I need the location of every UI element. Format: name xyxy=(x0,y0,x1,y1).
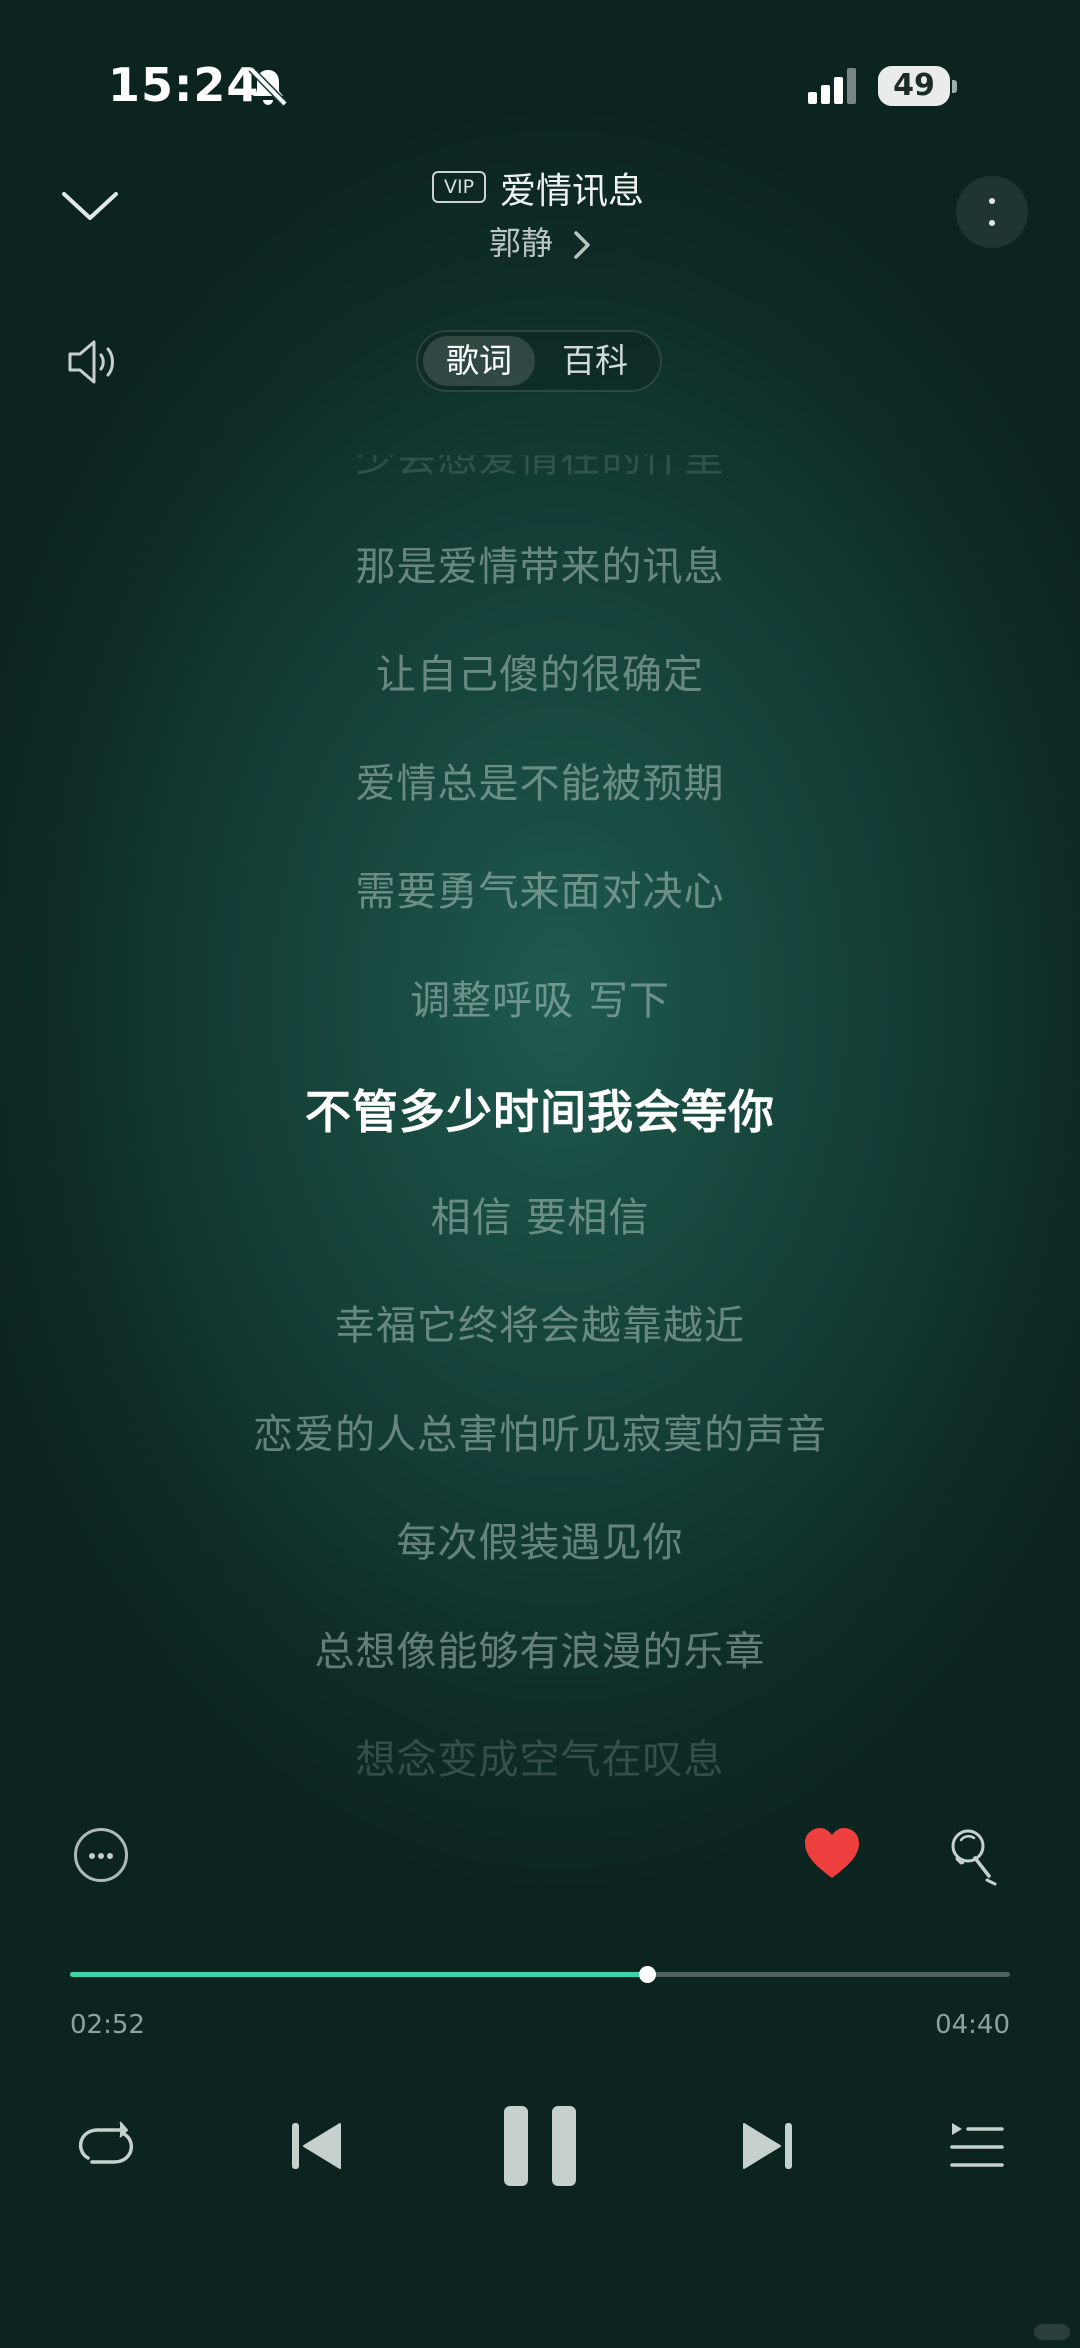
artist-link[interactable]: 郭静 xyxy=(0,218,1080,264)
view-tabs: 歌词 百科 xyxy=(416,330,662,392)
vip-badge: VIP xyxy=(432,171,486,203)
lyric-line[interactable]: 少会想爱情在的什里 xyxy=(0,455,1080,483)
lyric-line[interactable]: 总想像能够有浪漫的乐章 xyxy=(0,1619,1080,1677)
lyrics-view[interactable]: 少会想爱情在的什里那是爱情带来的讯息 让自己傻的很确定 爱情总是不能被预期 需要勇气来… xyxy=(0,455,1080,1810)
lyric-line[interactable]: 想念变成空气在叹息 xyxy=(0,1727,1080,1785)
artist-name: 郭静 xyxy=(488,224,553,262)
lyric-line[interactable]: 恋爱的人总害怕听见寂寞的声音 xyxy=(0,1402,1080,1460)
more-horizontal-icon[interactable] xyxy=(74,1828,128,1882)
tab-lyrics[interactable]: 歌词 xyxy=(423,336,535,386)
skip-next-icon[interactable] xyxy=(740,2120,794,2172)
playlist-icon[interactable] xyxy=(950,2120,1004,2174)
more-options-button[interactable] xyxy=(956,176,1028,248)
vertical-dot xyxy=(989,220,995,226)
pause-icon[interactable] xyxy=(502,2104,578,2188)
volume-icon[interactable] xyxy=(66,336,120,388)
lyric-line[interactable]: 幸福它终将会越靠越近 xyxy=(0,1293,1080,1351)
song-title: 爱情讯息 xyxy=(500,171,645,212)
progress-handle[interactable] xyxy=(639,1966,657,1983)
watermark xyxy=(1034,2324,1070,2340)
heart-icon[interactable] xyxy=(802,1826,862,1882)
lyric-line-current[interactable]: 不管多少时间我会等你 xyxy=(0,1076,1080,1142)
tab-encyclopedia[interactable]: 百科 xyxy=(539,336,651,386)
status-time: 15:24 xyxy=(108,58,260,112)
cellular-signal-icon xyxy=(808,68,856,104)
battery-cap xyxy=(952,80,957,93)
battery-percent: 49 xyxy=(893,68,935,103)
skip-previous-icon[interactable] xyxy=(290,2120,344,2172)
total-time: 04:40 xyxy=(935,2010,1010,2040)
lyric-line[interactable]: 需要勇气来面对决心 xyxy=(0,859,1080,917)
lyric-line[interactable]: 相信 要相信 xyxy=(0,1185,1080,1243)
progress-fill xyxy=(70,1972,648,1977)
repeat-icon[interactable] xyxy=(76,2118,136,2174)
lyric-line[interactable]: 那是爱情带来的讯息 xyxy=(0,534,1080,592)
current-time: 02:52 xyxy=(70,2010,145,2040)
lyric-line[interactable]: 每次假装遇见你 xyxy=(0,1510,1080,1568)
lyric-line[interactable]: 调整呼吸 写下 xyxy=(0,968,1080,1026)
chevron-right-icon xyxy=(574,231,590,259)
battery-indicator: 49 xyxy=(878,66,950,106)
vertical-dots-icon xyxy=(989,198,995,204)
bell-muted-icon xyxy=(248,66,288,107)
lyric-line[interactable]: 爱情总是不能被预期 xyxy=(0,751,1080,809)
progress-slider[interactable] xyxy=(70,1966,1010,1983)
lyric-line[interactable]: 让自己傻的很确定 xyxy=(0,642,1080,700)
microphone-icon[interactable] xyxy=(946,1826,1002,1888)
